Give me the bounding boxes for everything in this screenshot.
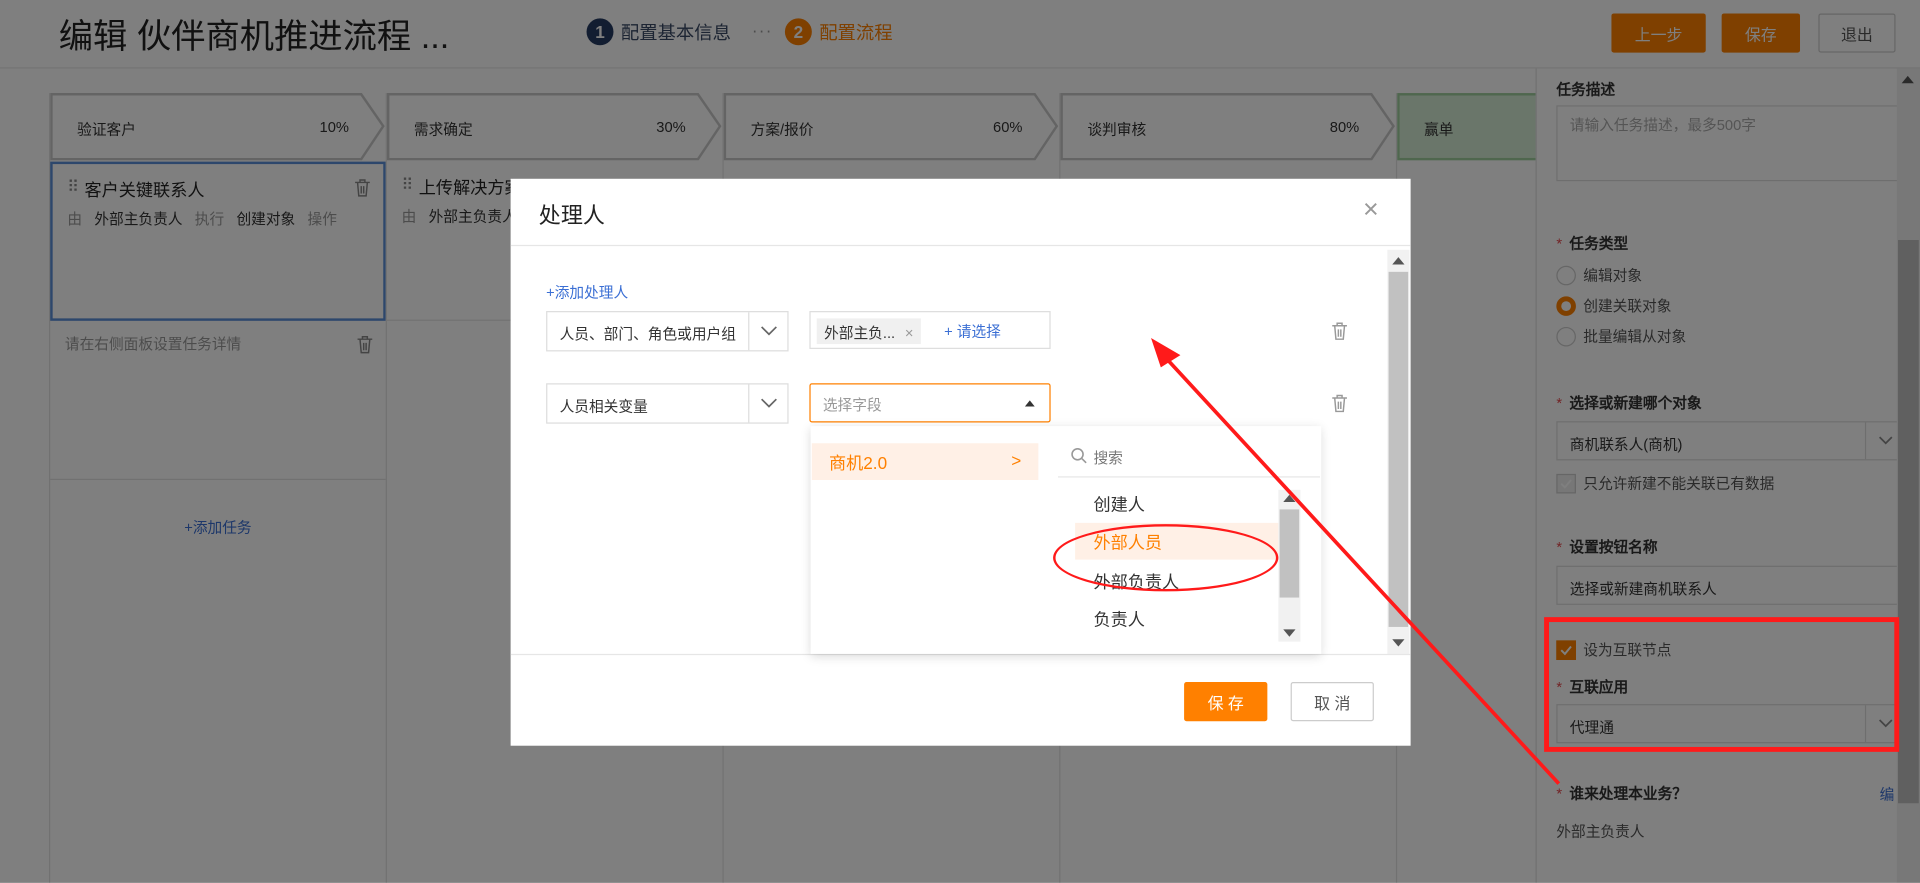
tag-label: 外部主负... — [824, 324, 896, 342]
object-item-label: 商机2.0 — [828, 453, 888, 473]
dialog-cancel-button[interactable]: 取 消 — [1290, 682, 1374, 722]
trash-icon[interactable] — [1331, 322, 1348, 346]
field-search-input[interactable]: 搜索 — [1057, 436, 1321, 478]
field-option[interactable]: 创建人 — [1075, 485, 1278, 522]
search-icon — [1070, 447, 1087, 468]
dialog-title: 处理人 — [538, 203, 605, 228]
annotation-highlight-box — [1544, 617, 1900, 752]
field-select[interactable]: 选择字段 — [809, 383, 1051, 423]
chevron-down-icon — [748, 312, 787, 351]
handler-tag: 外部主负... × — [816, 318, 921, 345]
field-option[interactable]: 负责人 — [1075, 600, 1278, 637]
chevron-right-icon: > — [1011, 450, 1022, 471]
object-list: 商机2.0 > — [811, 426, 1056, 654]
handler-var-value: 人员相关变量 — [559, 397, 648, 416]
scroll-down-arrow-icon[interactable] — [1392, 639, 1405, 647]
dialog-scrollbar[interactable] — [1387, 249, 1410, 654]
tag-remove-icon[interactable]: × — [905, 324, 914, 341]
object-item[interactable]: 商机2.0 > — [811, 443, 1039, 481]
dialog-footer: 保 存 取 消 — [510, 653, 1411, 746]
chevron-down-icon — [748, 384, 787, 423]
handler-var-select[interactable]: 人员相关变量 — [546, 383, 789, 424]
field-select-placeholder: 选择字段 — [822, 396, 882, 414]
scroll-up-arrow-icon[interactable] — [1283, 494, 1296, 503]
search-placeholder: 搜索 — [1093, 449, 1123, 467]
add-handler-link[interactable]: +添加处理人 — [546, 282, 628, 303]
dropdown-scrollbar-thumb[interactable] — [1279, 509, 1300, 598]
dialog-header: 处理人 × — [510, 179, 1411, 247]
dialog-scrollbar-thumb[interactable] — [1388, 271, 1409, 627]
caret-up-icon — [1024, 400, 1035, 407]
handler-type-value: 人员、部门、角色或用户组 — [559, 325, 736, 343]
dropdown-scrollbar[interactable] — [1278, 489, 1301, 642]
scroll-down-arrow-icon[interactable] — [1283, 629, 1296, 637]
annotation-ellipse — [1053, 524, 1279, 592]
dialog-save-button[interactable]: 保 存 — [1184, 682, 1268, 722]
pick-handler-link[interactable]: + 请选择 — [944, 321, 1001, 342]
trash-icon[interactable] — [1331, 394, 1348, 418]
scroll-up-arrow-icon[interactable] — [1392, 257, 1405, 265]
handler-type-select[interactable]: 人员、部门、角色或用户组 — [546, 311, 789, 352]
handler-tag-input[interactable]: 外部主负... × + 请选择 — [809, 311, 1051, 349]
close-icon[interactable]: × — [1363, 193, 1379, 225]
